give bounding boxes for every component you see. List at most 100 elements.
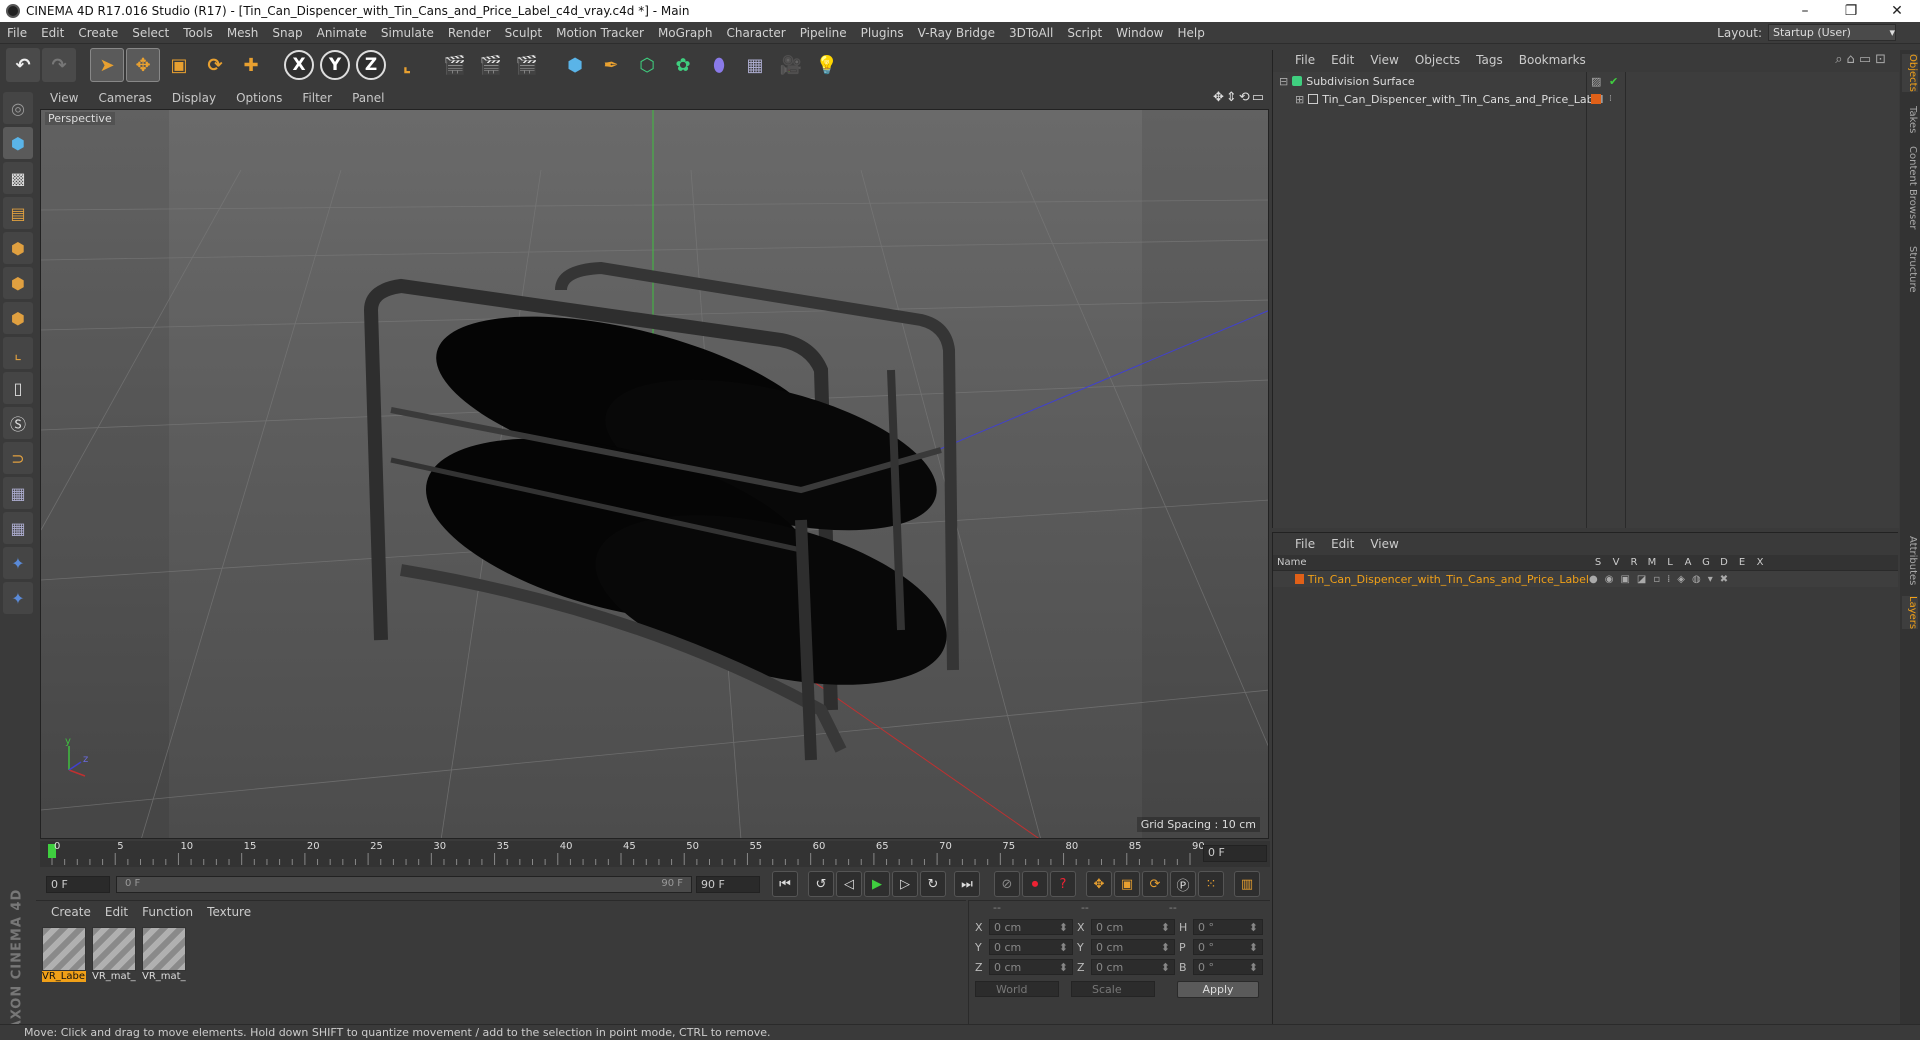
objects-menu-file[interactable]: File: [1287, 53, 1323, 67]
size-mode-dropdown[interactable]: Scale: [1071, 981, 1155, 997]
transform-tool-button[interactable]: ✚: [234, 48, 268, 82]
enabled-check-icon[interactable]: ✔: [1609, 75, 1618, 88]
x-axis-lock-button[interactable]: X: [282, 48, 316, 82]
column-manager[interactable]: M: [1643, 557, 1661, 568]
layer-toggle-icons[interactable]: ●◉▣◪▫⁞◈◍▾✖: [1589, 574, 1735, 585]
key-position-button[interactable]: ✥: [1086, 871, 1112, 897]
menu-simulate[interactable]: Simulate: [374, 26, 441, 40]
z-axis-lock-button[interactable]: Z: [354, 48, 388, 82]
position-y-field[interactable]: 0 cm ⬍: [989, 939, 1073, 955]
objects-menu-view[interactable]: View: [1362, 53, 1406, 67]
viewport-menu-display[interactable]: Display: [162, 91, 226, 105]
material-menu-edit[interactable]: Edit: [98, 905, 135, 919]
menu-render[interactable]: Render: [441, 26, 498, 40]
add-subdivision-button[interactable]: ⬡: [630, 48, 664, 82]
coordinate-space-dropdown[interactable]: World: [975, 981, 1059, 997]
add-cube-button[interactable]: ⬢: [558, 48, 592, 82]
key-scale-button[interactable]: ▣: [1114, 871, 1140, 897]
menu-help[interactable]: Help: [1170, 26, 1211, 40]
menu-pipeline[interactable]: Pipeline: [793, 26, 854, 40]
add-mograph-button[interactable]: ✿: [666, 48, 700, 82]
side-tab-structure[interactable]: Structure: [1902, 246, 1918, 293]
material-menu-texture[interactable]: Texture: [200, 905, 258, 919]
column-view[interactable]: V: [1607, 557, 1625, 568]
timeline-ruler[interactable]: 0 5 10 15 20 25 30 35 40 45 50 55 60 65 70 75 80 85 90: [40, 841, 1270, 867]
column-solo[interactable]: S: [1589, 557, 1607, 568]
column-render[interactable]: R: [1625, 557, 1643, 568]
step-back-button[interactable]: ◁: [836, 871, 862, 897]
render-settings-button[interactable]: 🎬: [510, 48, 544, 82]
layers-menu-edit[interactable]: Edit: [1323, 537, 1362, 551]
layer-color-icon[interactable]: [1591, 94, 1601, 104]
object-manager-toolbar-icons[interactable]: ⌕⌂▭⊡: [1835, 52, 1890, 67]
rotation-h-field[interactable]: 0 ° ⬍: [1193, 919, 1263, 935]
rotate-tool-button[interactable]: ⟳: [198, 48, 232, 82]
collapse-icon[interactable]: ⊟: [1279, 75, 1288, 88]
add-spline-button[interactable]: ✒: [594, 48, 628, 82]
menu-plugins[interactable]: Plugins: [854, 26, 911, 40]
apply-button[interactable]: Apply: [1177, 980, 1259, 998]
column-name[interactable]: Name: [1273, 557, 1589, 568]
layers-menu-file[interactable]: File: [1287, 537, 1323, 551]
layers-menu-view[interactable]: View: [1362, 537, 1406, 551]
end-frame-field[interactable]: 90 F: [696, 875, 760, 893]
size-y-field[interactable]: 0 cm ⬍: [1091, 939, 1175, 955]
scale-tool-button[interactable]: ▣: [162, 48, 196, 82]
magnet-button[interactable]: ⊃: [3, 442, 33, 474]
live-selection-button[interactable]: ➤: [90, 48, 124, 82]
key-parameter-button[interactable]: Ⓟ: [1170, 871, 1196, 897]
material-item[interactable]: VR_mat_: [92, 927, 136, 985]
menu-vray-bridge[interactable]: V-Ray Bridge: [911, 26, 1002, 40]
add-camera-button[interactable]: 🎥: [774, 48, 808, 82]
menu-file[interactable]: File: [0, 26, 34, 40]
model-mode-button[interactable]: ⬢: [3, 127, 33, 159]
goto-next-key-button[interactable]: ↻: [920, 871, 946, 897]
points-mode-button[interactable]: ⬢: [3, 232, 33, 264]
layer-row[interactable]: Tin_Can_Dispencer_with_Tin_Cans_and_Pric…: [1273, 571, 1898, 587]
restore-button[interactable]: ❐: [1828, 0, 1874, 22]
viewport-navigation-icons[interactable]: ✥⇕⟲▭: [1213, 90, 1266, 105]
side-tab-content-browser[interactable]: Content Browser: [1902, 146, 1918, 229]
rotation-p-field[interactable]: 0 ° ⬍: [1193, 939, 1263, 955]
column-expressions[interactable]: E: [1733, 557, 1751, 568]
goto-start-button[interactable]: ⏮: [772, 871, 798, 897]
goto-end-button[interactable]: ⏭: [954, 871, 980, 897]
keyframe-selection-button[interactable]: ⊘: [994, 871, 1020, 897]
workplane-mode-button[interactable]: ▤: [3, 197, 33, 229]
side-tab-layers[interactable]: Layers: [1902, 596, 1918, 630]
object-row-subdivision[interactable]: ⊟ Subdivision Surface ▨ ✔: [1273, 72, 1899, 90]
make-editable-button[interactable]: ◎: [3, 92, 33, 124]
key-rotation-button[interactable]: ⟳: [1142, 871, 1168, 897]
position-x-field[interactable]: 0 cm ⬍: [989, 919, 1073, 935]
coordinate-system-button[interactable]: ⌞: [390, 48, 424, 82]
perspective-viewport[interactable]: Perspective Grid Spacing : 10 cm y z: [40, 109, 1269, 839]
menu-script[interactable]: Script: [1060, 26, 1109, 40]
undo-button[interactable]: ↶: [6, 48, 40, 82]
start-frame-field[interactable]: 0 F: [46, 875, 110, 893]
visibility-icon[interactable]: ▨: [1591, 75, 1601, 88]
column-animation[interactable]: A: [1679, 557, 1697, 568]
render-view-button[interactable]: 🎬: [438, 48, 472, 82]
autokey-button[interactable]: ?: [1050, 871, 1076, 897]
texture-mode-button[interactable]: ▩: [3, 162, 33, 194]
axis-mode-button[interactable]: ⌞: [3, 337, 33, 369]
snap-button[interactable]: Ⓢ: [3, 407, 33, 439]
objects-menu-edit[interactable]: Edit: [1323, 53, 1362, 67]
column-generators[interactable]: G: [1697, 557, 1715, 568]
material-item[interactable]: VR_mat_: [142, 927, 186, 985]
record-button[interactable]: ⏺: [1022, 871, 1048, 897]
side-tab-takes[interactable]: Takes: [1902, 106, 1918, 133]
material-menu-create[interactable]: Create: [44, 905, 98, 919]
menu-mesh[interactable]: Mesh: [220, 26, 266, 40]
menu-edit[interactable]: Edit: [34, 26, 71, 40]
column-locked[interactable]: L: [1661, 557, 1679, 568]
object-row-dispenser[interactable]: ⊞ Tin_Can_Dispencer_with_Tin_Cans_and_Pr…: [1273, 90, 1899, 108]
tweak-mode-button[interactable]: ▯: [3, 372, 33, 404]
material-menu-function[interactable]: Function: [135, 905, 200, 919]
viewport-menu-filter[interactable]: Filter: [292, 91, 342, 105]
column-deformers[interactable]: D: [1715, 557, 1733, 568]
layout-dropdown[interactable]: Startup (User) ▾: [1768, 24, 1896, 41]
size-x-field[interactable]: 0 cm ⬍: [1091, 919, 1175, 935]
python-script-button[interactable]: ✦: [3, 547, 33, 579]
menu-motion-tracker[interactable]: Motion Tracker: [549, 26, 651, 40]
